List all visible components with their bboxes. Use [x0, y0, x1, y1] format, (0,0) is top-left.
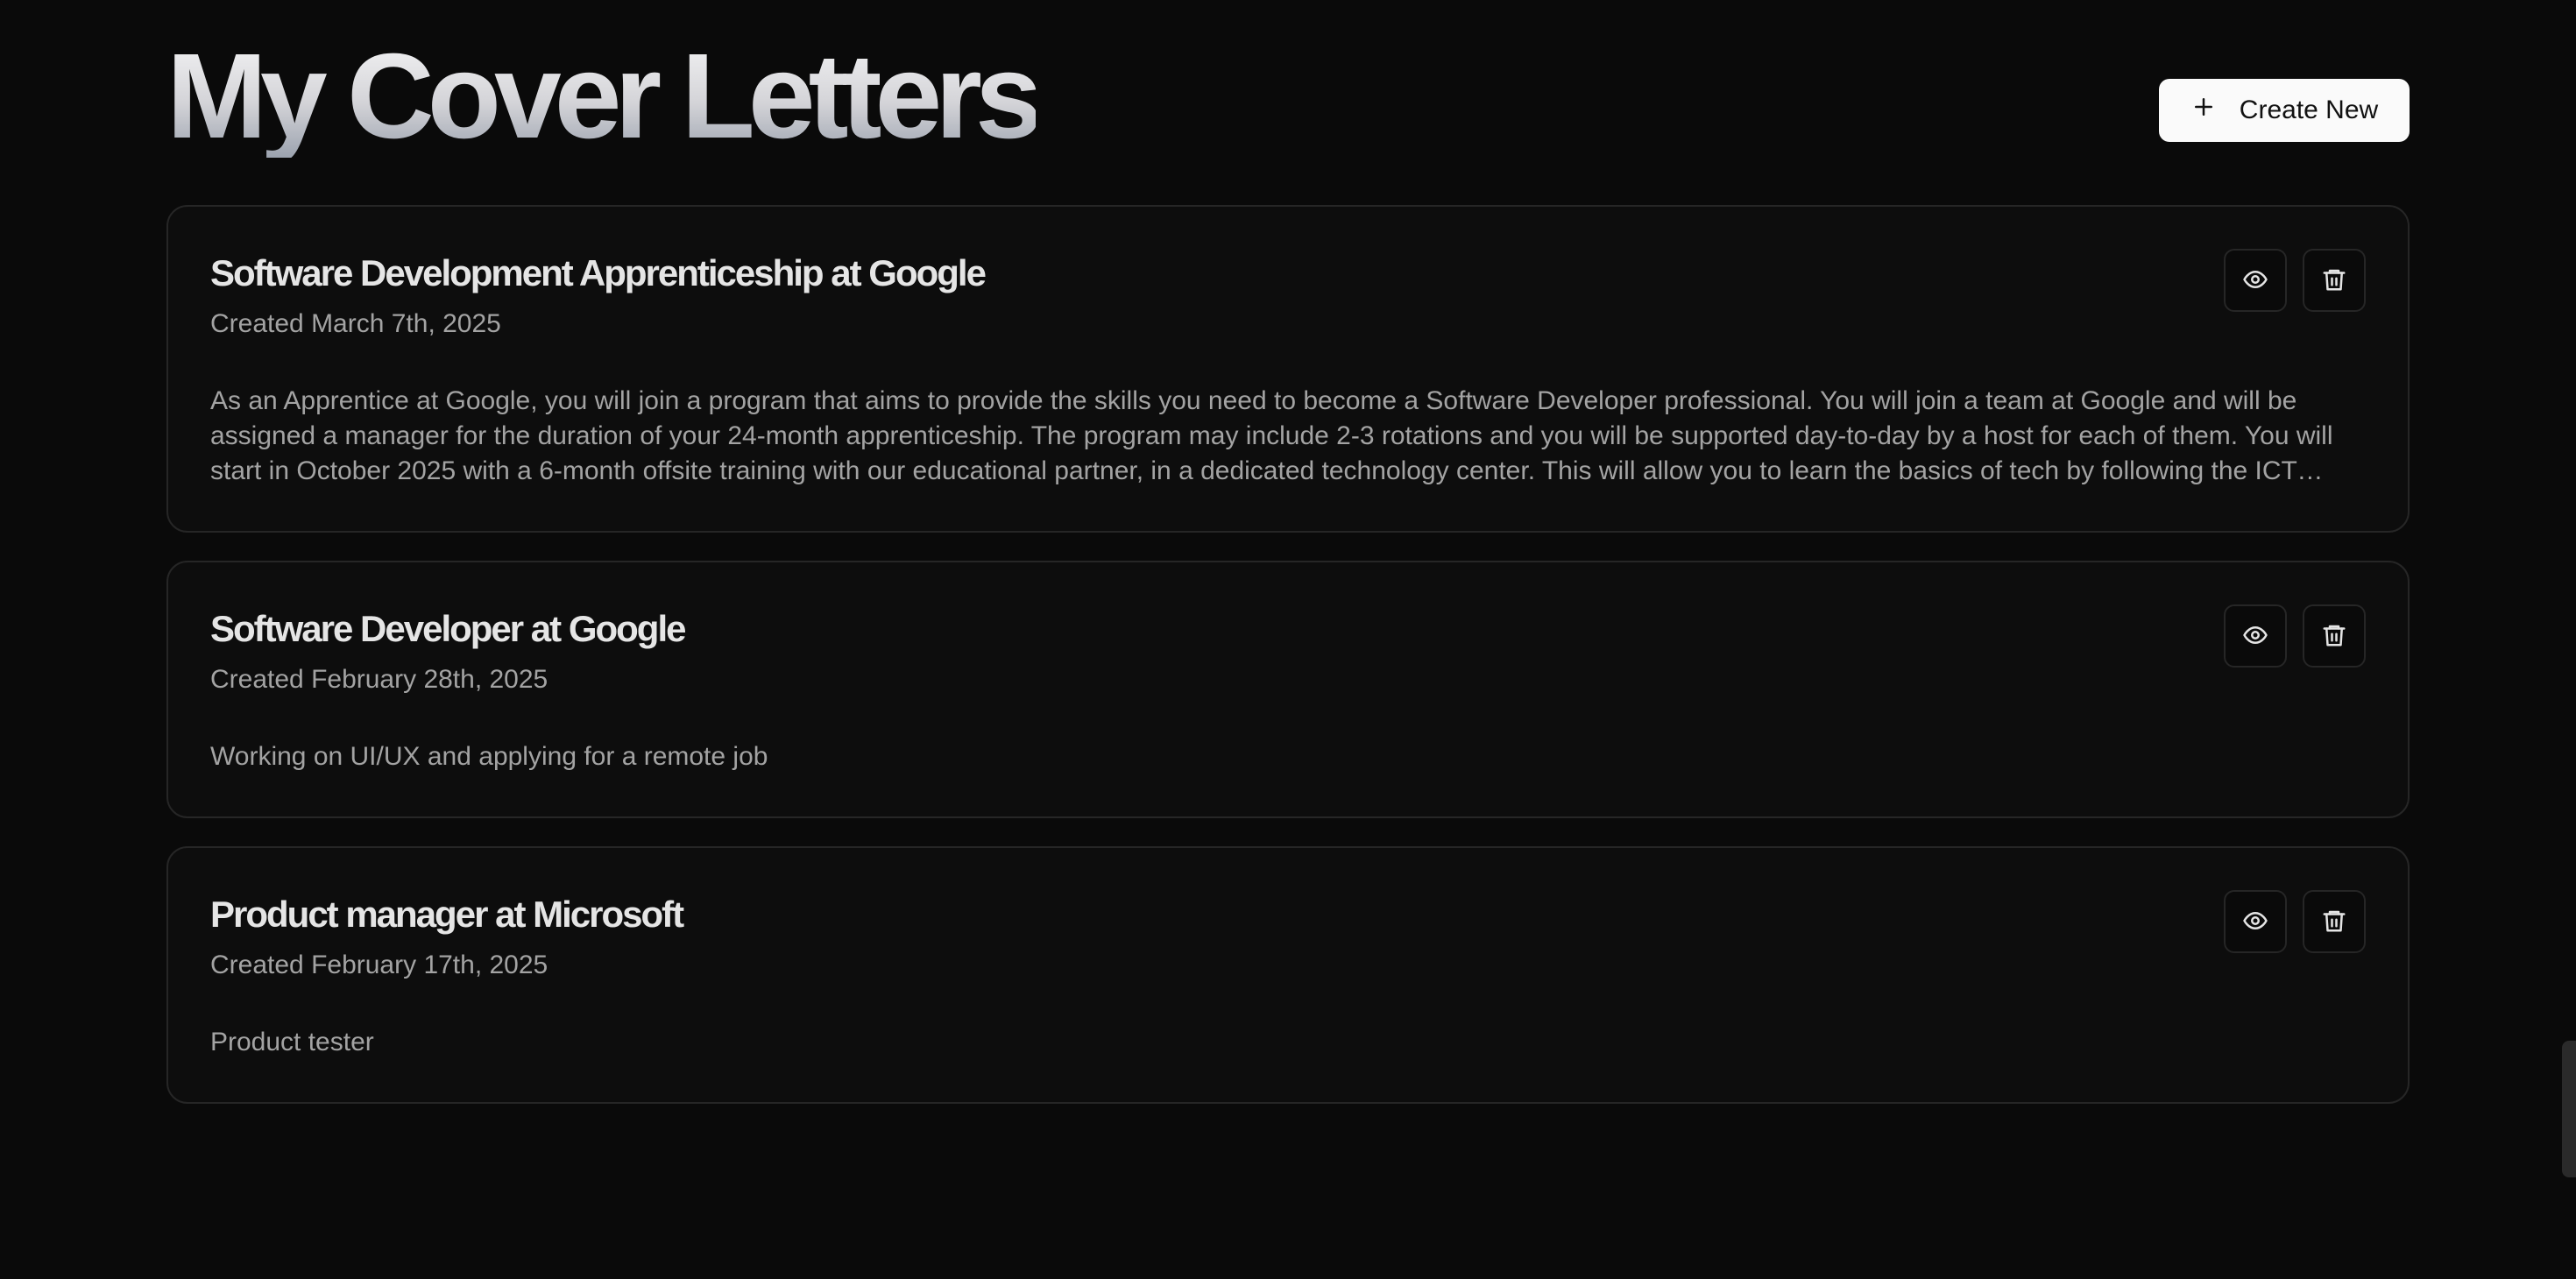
cover-letter-description: Product tester [210, 1028, 374, 1056]
cover-letter-date: Created February 17th, 2025 [210, 950, 548, 979]
page: My Cover Letters Create New Software Dev… [0, 0, 2576, 1279]
eye-icon [2242, 908, 2268, 936]
view-button[interactable] [2224, 249, 2287, 312]
card-actions [2224, 249, 2366, 312]
cover-letter-list: Software Development Apprenticeship at G… [166, 205, 2410, 1132]
trash-icon [2321, 622, 2347, 651]
view-button[interactable] [2224, 604, 2287, 668]
delete-button[interactable] [2303, 890, 2366, 953]
cover-letter-description: Working on UI/UX and applying for a remo… [210, 742, 768, 771]
card-actions [2224, 890, 2366, 953]
trash-icon [2321, 908, 2347, 936]
page-scrollbar[interactable] [2562, 1041, 2576, 1177]
eye-icon [2242, 266, 2268, 295]
page-title: My Cover Letters [166, 29, 1043, 164]
cover-letter-title: Software Development Apprenticeship at G… [210, 252, 987, 293]
delete-button[interactable] [2303, 249, 2366, 312]
cover-letter-description: As an Apprentice at Google, you will joi… [210, 386, 2333, 485]
trash-icon [2321, 266, 2347, 295]
plus-icon [2190, 94, 2217, 127]
cover-letter-title: Product manager at Microsoft [210, 894, 684, 935]
cover-letter-card[interactable]: Product manager at Microsoft Created Feb… [166, 846, 2410, 1104]
cover-letter-title: Software Developer at Google [210, 608, 686, 649]
cover-letter-date: Created February 28th, 2025 [210, 665, 548, 694]
eye-icon [2242, 622, 2268, 651]
create-new-label: Create New [2239, 95, 2379, 124]
card-actions [2224, 604, 2366, 668]
cover-letter-card[interactable]: Software Developer at Google Created Feb… [166, 561, 2410, 818]
create-new-button[interactable]: Create New [2159, 79, 2410, 142]
delete-button[interactable] [2303, 604, 2366, 668]
view-button[interactable] [2224, 890, 2287, 953]
cover-letter-date: Created March 7th, 2025 [210, 309, 501, 338]
page-header: My Cover Letters Create New [166, 35, 2410, 158]
cover-letter-card[interactable]: Software Development Apprenticeship at G… [166, 205, 2410, 533]
